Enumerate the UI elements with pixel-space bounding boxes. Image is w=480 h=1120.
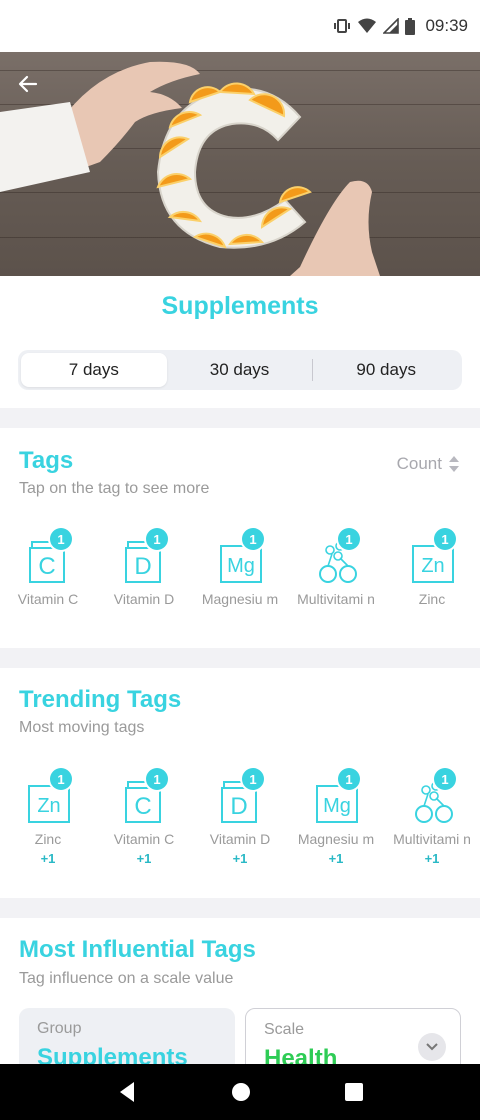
- nav-recents-icon[interactable]: [344, 1082, 364, 1102]
- tag-label: Zinc: [34, 831, 62, 847]
- hero-image: [0, 52, 480, 276]
- tag-count-badge: 1: [434, 528, 456, 550]
- tag-label: Vitamin C: [113, 831, 175, 847]
- scale-label: Scale: [264, 1021, 305, 1038]
- tag-count-badge: 1: [242, 528, 264, 550]
- nav-home-icon[interactable]: [230, 1081, 252, 1103]
- group-label: Group: [37, 1020, 82, 1037]
- tag-delta: +1: [328, 851, 344, 866]
- influential-title: Most Influential Tags: [19, 936, 256, 963]
- tag-multivitamin[interactable]: 1 Multivitami n: [288, 528, 384, 608]
- page-title: Supplements: [161, 292, 319, 320]
- tag-count-badge: 1: [242, 768, 264, 790]
- nav-back-icon[interactable]: [116, 1080, 138, 1104]
- tag-label: Vitamin C: [17, 591, 79, 607]
- tag-delta: +1: [40, 851, 56, 866]
- tag-count-badge: 1: [146, 528, 168, 550]
- trending-vitamin-c[interactable]: C 1 Vitamin C +1: [96, 768, 192, 866]
- period-30-days[interactable]: 30 days: [167, 353, 313, 387]
- tag-label: Vitamin D: [209, 831, 271, 847]
- sort-selector[interactable]: Count: [397, 454, 460, 474]
- tag-label: Magnesiu m: [201, 591, 279, 607]
- tags-title: Tags: [19, 447, 74, 474]
- svg-text:Mg: Mg: [227, 555, 255, 577]
- svg-text:D: D: [134, 553, 151, 580]
- period-selector: 7 days 30 days 90 days: [18, 350, 462, 390]
- svg-text:Mg: Mg: [323, 795, 351, 817]
- tag-count-badge: 1: [434, 768, 456, 790]
- svg-text:D: D: [230, 793, 247, 820]
- period-90-days[interactable]: 90 days: [313, 353, 459, 387]
- svg-text:Zn: Zn: [421, 555, 444, 577]
- status-bar: 09:39: [0, 0, 480, 52]
- wifi-icon: [358, 18, 377, 33]
- clock: 09:39: [425, 16, 468, 35]
- back-button[interactable]: [14, 70, 42, 98]
- trending-subtitle: Most moving tags: [19, 719, 145, 736]
- chevron-down-icon: [418, 1033, 446, 1061]
- trending-magnesium[interactable]: Mg 1 Magnesiu m +1: [288, 768, 384, 866]
- svg-text:C: C: [38, 553, 55, 580]
- tag-count-badge: 1: [338, 528, 360, 550]
- tag-delta: +1: [424, 851, 440, 866]
- svg-text:Zn: Zn: [37, 795, 60, 817]
- battery-icon: [405, 17, 416, 35]
- tag-vitamin-c[interactable]: C 1 Vitamin C: [0, 528, 96, 608]
- trending-list: Zn 1 Zinc +1 C 1 Vitamin C +1 D 1 Vitami…: [0, 768, 480, 866]
- tag-count-badge: 1: [338, 768, 360, 790]
- tag-count-badge: 1: [146, 768, 168, 790]
- trending-title: Trending Tags: [19, 686, 182, 713]
- vitamin-c-plate-illustration: [0, 61, 380, 276]
- tag-zinc[interactable]: Zn 1 Zinc: [384, 528, 480, 608]
- vibrate-icon: [334, 19, 351, 33]
- arrow-left-icon: [18, 75, 38, 93]
- sort-icon: [449, 456, 459, 472]
- tag-delta: +1: [136, 851, 152, 866]
- tag-count-badge: 1: [50, 528, 72, 550]
- trending-zinc[interactable]: Zn 1 Zinc +1: [0, 768, 96, 866]
- tag-label: Zinc: [418, 591, 446, 607]
- tag-label: Multivitami n: [393, 831, 471, 847]
- influential-subtitle: Tag influence on a scale value: [19, 970, 234, 987]
- sort-label: Count: [396, 454, 442, 473]
- signal-icon: [383, 18, 400, 34]
- svg-text:C: C: [134, 793, 151, 820]
- system-nav-bar: [0, 1064, 480, 1120]
- tag-label: Multivitami n: [297, 591, 375, 607]
- tag-label: Vitamin D: [113, 591, 175, 607]
- tags-list: C 1 Vitamin C D 1 Vitamin D Mg 1 Magnesi…: [0, 528, 480, 608]
- tag-vitamin-d[interactable]: D 1 Vitamin D: [96, 528, 192, 608]
- tags-subtitle: Tap on the tag to see more: [19, 480, 210, 497]
- tag-delta: +1: [232, 851, 248, 866]
- period-7-days[interactable]: 7 days: [21, 353, 167, 387]
- tag-magnesium[interactable]: Mg 1 Magnesiu m: [192, 528, 288, 608]
- trending-vitamin-d[interactable]: D 1 Vitamin D +1: [192, 768, 288, 866]
- tag-label: Magnesiu m: [297, 831, 375, 847]
- trending-multivitamin[interactable]: 1 Multivitami n +1: [384, 768, 480, 866]
- tag-count-badge: 1: [50, 768, 72, 790]
